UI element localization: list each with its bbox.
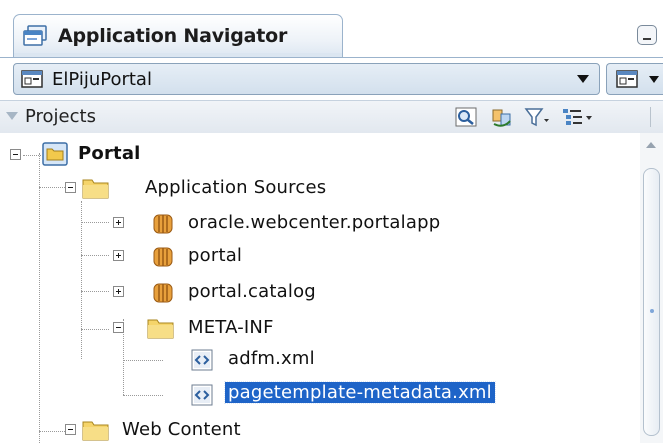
tab-application-navigator[interactable]: Application Navigator (13, 14, 343, 57)
minimize-button[interactable] (637, 25, 657, 45)
collapse-toggle[interactable] (65, 182, 76, 193)
expand-toggle[interactable] (113, 286, 124, 297)
scroll-thumb[interactable] (643, 168, 660, 436)
application-navigator-icon (23, 25, 47, 46)
projects-collapse-toggle[interactable] (6, 112, 18, 120)
panel-tab-strip: Application Navigator (0, 0, 663, 57)
application-icon (21, 70, 43, 88)
package-icon (153, 214, 173, 234)
vertical-scrollbar[interactable] (640, 133, 663, 443)
tree-node-meta-inf[interactable]: META-INF (0, 314, 640, 344)
folder-icon (82, 179, 109, 199)
toolbar-separator (650, 107, 651, 127)
tree-node-label: Web Content (122, 419, 241, 440)
tree-node-file-pagetemplate[interactable]: pagetemplate-metadata.xml (0, 380, 640, 410)
collapse-toggle[interactable] (65, 424, 76, 435)
tree-node-label: META-INF (188, 317, 274, 338)
tree-node-package-portal[interactable]: portal (0, 242, 640, 272)
tree-node-label: Portal (78, 143, 141, 164)
filter-icon[interactable] (524, 107, 550, 127)
folder-icon (82, 421, 109, 441)
project-folder-icon (42, 142, 68, 166)
package-icon (153, 283, 173, 303)
projects-header: Projects (0, 100, 663, 134)
folder-icon (147, 319, 174, 339)
tree-node-file-adfm[interactable]: adfm.xml (0, 345, 640, 375)
application-navigator-panel: Application Navigator ElPijuPortal Proje… (0, 0, 663, 443)
scroll-grip-icon (650, 309, 654, 313)
tree-node-label: Application Sources (145, 177, 327, 198)
tree-node-portal[interactable]: Portal (0, 140, 640, 170)
tree-node-package-portalapp[interactable]: oracle.webcenter.portalapp (0, 209, 640, 239)
search-icon[interactable] (455, 107, 477, 127)
package-icon (153, 247, 173, 267)
application-name: ElPijuPortal (52, 69, 152, 90)
tree-node-label: oracle.webcenter.portalapp (188, 212, 441, 233)
expand-toggle[interactable] (113, 217, 124, 228)
tree-node-label-selected: pagetemplate-metadata.xml (224, 381, 496, 404)
expand-toggle[interactable] (113, 250, 124, 261)
collapse-toggle[interactable] (10, 149, 21, 160)
application-menu-icon (616, 70, 638, 88)
menu-arrow-icon (649, 76, 659, 83)
tree-options-icon[interactable] (561, 107, 593, 127)
dropdown-arrow-icon (577, 75, 589, 83)
xml-file-icon (191, 349, 213, 371)
application-menu-button[interactable] (606, 63, 663, 95)
tree-node-web-content[interactable]: Web Content (0, 416, 640, 443)
scroll-up-arrow-icon[interactable] (646, 142, 656, 148)
panel-title: Application Navigator (58, 25, 288, 47)
tree-node-application-sources[interactable]: Application Sources (0, 174, 640, 204)
tree-node-label: portal.catalog (188, 281, 316, 302)
sync-icon[interactable] (490, 107, 514, 127)
application-selector-row: ElPijuPortal (0, 57, 663, 100)
tree-node-package-catalog[interactable]: portal.catalog (0, 278, 640, 308)
tree-node-label: adfm.xml (228, 348, 315, 369)
collapse-toggle[interactable] (113, 322, 124, 333)
tree-node-label: portal (188, 245, 243, 266)
projects-label: Projects (25, 106, 96, 127)
xml-file-icon (191, 384, 213, 406)
application-dropdown[interactable]: ElPijuPortal (13, 63, 600, 95)
project-tree: Portal Application Sources oracle.webcen… (0, 133, 640, 443)
